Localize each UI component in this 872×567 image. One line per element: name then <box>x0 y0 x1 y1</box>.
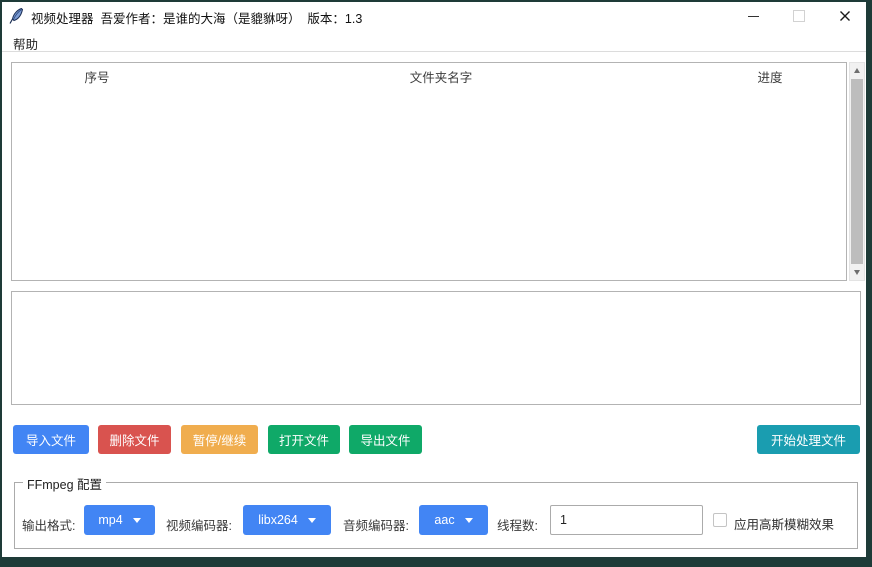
titlebar: 视频处理器 吾爱作者：是谁的大海（是貔貅呀） 版本：1.3 <box>2 2 866 30</box>
chevron-down-icon <box>465 518 473 523</box>
chevron-down-icon <box>308 518 316 523</box>
arrow-up-icon <box>854 68 860 73</box>
close-icon <box>839 10 851 22</box>
threads-input[interactable] <box>550 505 703 535</box>
video-encoder-label: 视频编码器: <box>166 515 232 534</box>
output-format-select[interactable]: mp4 <box>84 505 155 535</box>
window-title: 视频处理器 吾爱作者：是谁的大海（是貔貅呀） 版本：1.3 <box>31 8 362 27</box>
app-feather-icon <box>8 7 25 25</box>
output-format-value: mp4 <box>98 513 122 527</box>
threads-label: 线程数: <box>497 515 538 534</box>
maximize-icon <box>793 10 805 22</box>
video-encoder-select[interactable]: libx264 <box>243 505 331 535</box>
import-files-button[interactable]: 导入文件 <box>13 425 89 454</box>
minimize-button[interactable] <box>736 2 770 30</box>
audio-encoder-value: aac <box>434 513 454 527</box>
output-format-label: 输出格式: <box>22 515 75 534</box>
minimize-icon <box>748 16 759 17</box>
gaussian-blur-checkbox[interactable] <box>713 513 727 527</box>
column-header-folder-name[interactable]: 文件夹名字 <box>182 67 700 86</box>
scrollbar-thumb[interactable] <box>851 79 863 264</box>
file-list-scrollbar[interactable] <box>849 62 865 281</box>
scrollbar-down-button[interactable] <box>850 265 864 280</box>
chevron-down-icon <box>133 518 141 523</box>
pause-resume-button[interactable]: 暂停/继续 <box>181 425 258 454</box>
audio-encoder-select[interactable]: aac <box>419 505 488 535</box>
menubar-divider <box>2 51 866 52</box>
gaussian-blur-label: 应用高斯模糊效果 <box>734 514 834 533</box>
open-files-button[interactable]: 打开文件 <box>268 425 340 454</box>
video-encoder-value: libx264 <box>258 513 298 527</box>
scrollbar-up-button[interactable] <box>850 63 864 78</box>
close-button[interactable] <box>828 2 862 30</box>
arrow-down-icon <box>854 270 860 275</box>
start-processing-button[interactable]: 开始处理文件 <box>757 425 860 454</box>
maximize-button[interactable] <box>782 2 816 30</box>
app-window: 视频处理器 吾爱作者：是谁的大海（是貔貅呀） 版本：1.3 帮助 序号 文件夹名… <box>2 2 866 557</box>
ffmpeg-config-group-label: FFmpeg 配置 <box>23 474 106 493</box>
export-files-button[interactable]: 导出文件 <box>349 425 422 454</box>
log-panel[interactable] <box>11 291 861 405</box>
file-list-header-row: 序号 文件夹名字 进度 <box>12 63 846 90</box>
column-header-progress[interactable]: 进度 <box>700 67 840 86</box>
menubar: 帮助 <box>2 30 866 51</box>
audio-encoder-label: 音频编码器: <box>343 515 409 534</box>
delete-files-button[interactable]: 删除文件 <box>98 425 171 454</box>
file-list-panel[interactable]: 序号 文件夹名字 进度 <box>11 62 847 281</box>
column-header-index[interactable]: 序号 <box>12 67 182 86</box>
